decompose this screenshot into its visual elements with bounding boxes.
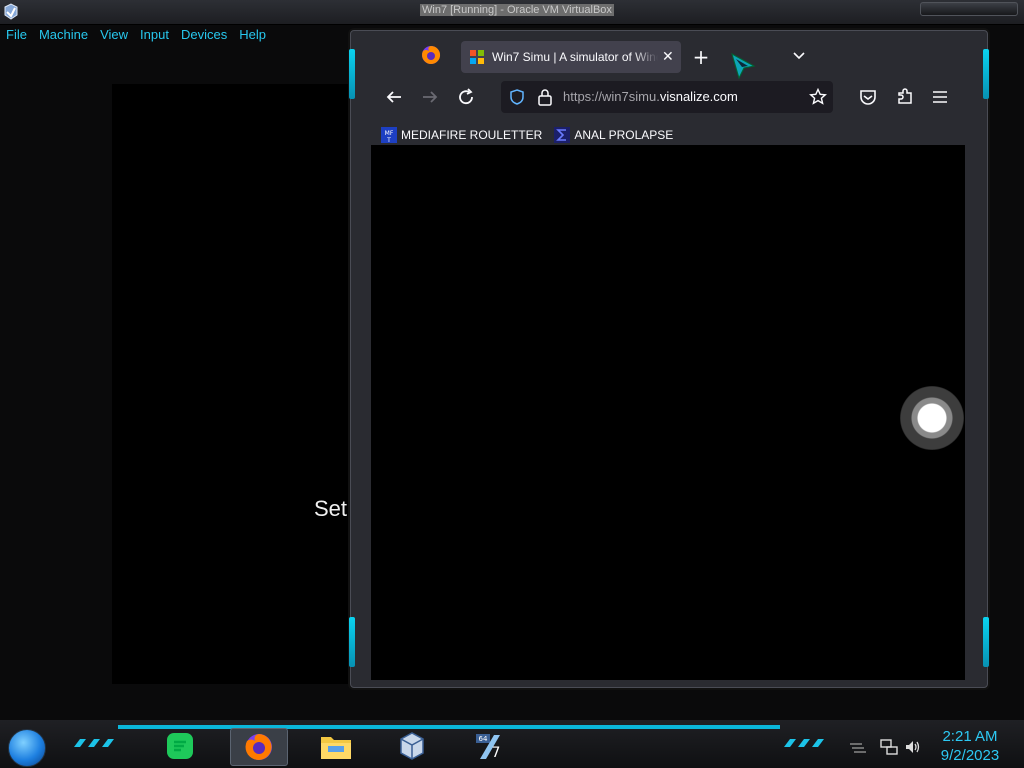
menu-help[interactable]: Help — [233, 24, 272, 46]
forward-icon[interactable] — [417, 84, 443, 110]
url-prefix: https://win7simu. — [563, 89, 660, 104]
tab-win7-simu[interactable]: Win7 Simu | A simulator of Windows 7 ✕ — [461, 41, 681, 73]
chevron-down-icon[interactable] — [787, 43, 811, 67]
bookmark-anal-prolapse[interactable]: ANAL PROLAPSE — [554, 123, 673, 147]
reload-icon[interactable] — [453, 84, 479, 110]
volume-icon[interactable] — [904, 738, 922, 756]
sigma-icon — [554, 127, 571, 143]
taskbar: 64 7 — [0, 720, 1024, 768]
browser-window: Win7 Simu | A simulator of Windows 7 ✕ + — [349, 30, 989, 688]
bookmark-mediafire[interactable]: MF T MEDIAFIRE ROULETTER — [381, 123, 542, 147]
file-explorer-icon — [321, 737, 351, 759]
firefox-icon[interactable] — [421, 45, 441, 65]
taskbar-firefox[interactable] — [230, 728, 288, 766]
menu-machine[interactable]: Machine — [33, 24, 94, 46]
frame-accent — [349, 49, 355, 99]
floating-action-button[interactable] — [900, 386, 964, 450]
start-button[interactable] — [8, 729, 46, 767]
virtualbox-icon — [4, 3, 18, 20]
app-green-icon — [167, 733, 193, 759]
bookmark-star-icon[interactable] — [809, 88, 827, 106]
taskbar-clock[interactable]: 2:21 AM 9/2/2023 — [930, 727, 1010, 765]
tab-bar: Win7 Simu | A simulator of Windows 7 ✕ + — [363, 37, 975, 77]
menu-view[interactable]: View — [94, 24, 134, 46]
firefox-icon — [245, 734, 272, 760]
window-title: Win7 [Running] - Oracle VM VirtualBox — [420, 4, 614, 16]
taskbar-decoration-icon — [784, 739, 824, 747]
page-content[interactable] — [371, 145, 965, 680]
win7-x64-icon: 64 7 — [476, 734, 501, 761]
pocket-icon[interactable] — [855, 84, 881, 110]
svg-text:7: 7 — [492, 745, 501, 761]
bookmark-label: MEDIAFIRE ROULETTER — [401, 128, 543, 142]
taskbar-accent — [118, 725, 780, 729]
svg-text:T: T — [386, 137, 391, 143]
taskbar-virtualbox[interactable] — [384, 728, 440, 764]
windows-favicon-icon — [470, 50, 484, 64]
bookmarks-toolbar: MF T MEDIAFIRE ROULETTER ANAL PROLAPSE — [381, 123, 673, 147]
menu-input[interactable]: Input — [134, 24, 175, 46]
tab-title: Win7 Simu | A simulator of Windows 7 — [492, 50, 658, 64]
hamburger-menu-icon[interactable] — [927, 84, 953, 110]
network-icon[interactable] — [880, 738, 898, 756]
nav-bar: https://win7simu.visnalize.com — [371, 78, 965, 116]
new-tab-button[interactable]: + — [689, 45, 713, 69]
taskbar-decoration-icon — [74, 739, 114, 747]
frame-accent — [983, 49, 989, 99]
menu-devices[interactable]: Devices — [175, 24, 233, 46]
vbox-titlebar[interactable]: Win7 [Running] - Oracle VM VirtualBox — [0, 0, 1024, 25]
show-hidden-icons-icon[interactable] — [848, 738, 868, 756]
back-icon[interactable] — [381, 84, 407, 110]
close-icon[interactable]: ✕ — [662, 49, 674, 65]
bookmark-label: ANAL PROLAPSE — [574, 128, 674, 142]
url-text[interactable]: https://win7simu.visnalize.com — [563, 89, 738, 104]
mouse-cursor-icon — [731, 52, 756, 80]
taskbar-file-explorer[interactable] — [308, 728, 364, 764]
clock-time: 2:21 AM — [942, 728, 998, 745]
taskbar-win7-vm[interactable]: 64 7 — [462, 728, 518, 764]
lock-icon[interactable] — [537, 88, 553, 106]
url-domain: visnalize.com — [659, 89, 738, 104]
extensions-icon[interactable] — [892, 84, 918, 110]
window-controls[interactable] — [920, 2, 1018, 16]
clock-date: 9/2/2023 — [940, 747, 1000, 764]
svg-text:MF: MF — [385, 130, 394, 137]
guest-screen[interactable] — [112, 84, 362, 684]
virtualbox-icon — [400, 732, 424, 760]
taskbar-app-green[interactable] — [152, 728, 208, 764]
tracking-shield-icon[interactable] — [509, 89, 525, 105]
url-bar[interactable]: https://win7simu.visnalize.com — [501, 81, 833, 113]
frame-accent — [983, 617, 989, 667]
menu-file[interactable]: File — [0, 24, 33, 46]
mediafire-icon: MF T — [381, 127, 397, 143]
frame-accent — [349, 617, 355, 667]
svg-text:64: 64 — [479, 735, 488, 743]
